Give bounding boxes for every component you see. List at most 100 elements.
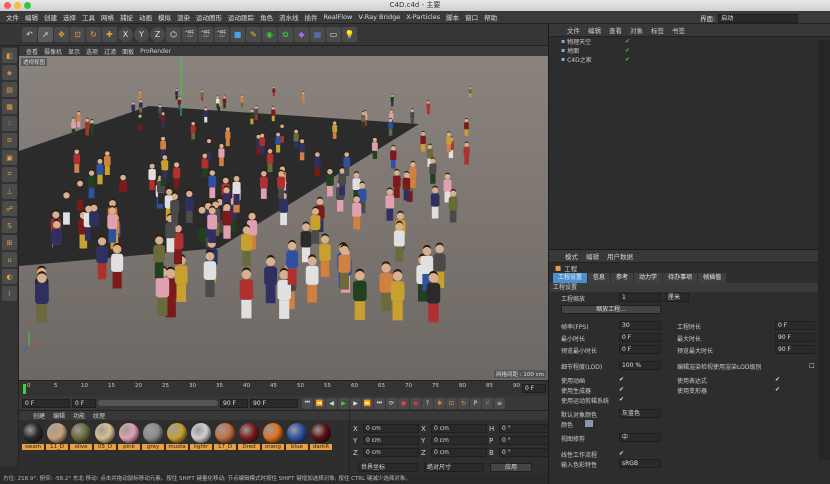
attribute-tab[interactable]: 帧插值 xyxy=(698,273,727,283)
menu-item[interactable]: 编辑 xyxy=(22,12,41,22)
material-swatch[interactable]: orang xyxy=(262,423,284,450)
use-deformer-checkbox[interactable]: ✔ xyxy=(775,386,782,393)
object-row[interactable]: ▪ 物理天空 ✔ xyxy=(549,37,830,46)
uv-mode-icon[interactable]: ⌗ xyxy=(2,167,17,182)
viewport-menu-item[interactable]: 摄像机 xyxy=(41,47,65,56)
recent-tool-icon[interactable]: ✚ xyxy=(102,27,117,42)
viewport-menu-item[interactable]: ProRender xyxy=(137,48,174,55)
light-icon[interactable]: 💡 xyxy=(342,27,357,42)
color-swatch[interactable] xyxy=(585,420,593,427)
points-mode-icon[interactable]: ⁙ xyxy=(2,116,17,131)
menu-item[interactable]: 选择 xyxy=(60,12,79,22)
edges-mode-icon[interactable]: ⧄ xyxy=(2,133,17,148)
start-frame-field[interactable]: 0 F xyxy=(22,398,70,408)
layout-dropdown[interactable]: 启动 xyxy=(718,13,799,23)
workplane-lock-icon[interactable]: ⊞ xyxy=(2,235,17,250)
linear-workflow-checkbox[interactable]: ✔ xyxy=(619,450,626,457)
menu-item[interactable]: 流水线 xyxy=(276,12,302,22)
menu-item[interactable]: X-Particles xyxy=(403,13,443,21)
object-menu-item[interactable]: 书签 xyxy=(668,25,689,35)
menu-item[interactable]: 工具 xyxy=(79,12,98,22)
material-swatch[interactable]: 05_D xyxy=(94,423,116,450)
attribute-menu-item[interactable]: 用户数据 xyxy=(603,251,637,261)
menu-item[interactable]: 角色 xyxy=(257,12,276,22)
menu-item[interactable]: 运动图形 xyxy=(193,12,225,22)
magnet-icon[interactable]: ∪ xyxy=(2,252,17,267)
scale-project-button[interactable]: 缩放工程... xyxy=(561,305,661,314)
material-swatch[interactable]: Dred xyxy=(238,423,260,450)
material-swatch[interactable]: musta xyxy=(166,423,188,450)
viewport-menu-item[interactable]: 面板 xyxy=(119,47,137,56)
attribute-tab[interactable]: 待办事项 xyxy=(663,273,698,283)
coord-mode-dropdown[interactable]: 世界坐标 xyxy=(358,463,418,472)
coordinate-system-icon[interactable]: ⌬ xyxy=(166,27,181,42)
material-menu-item[interactable]: 创建 xyxy=(29,411,49,420)
viewport-menu-item[interactable]: 过滤 xyxy=(101,47,119,56)
menu-item[interactable]: RealFlow xyxy=(321,13,356,21)
material-swatch[interactable]: lightr xyxy=(190,423,212,450)
zoom-window-button[interactable] xyxy=(24,2,31,9)
use-animation-checkbox[interactable]: ✔ xyxy=(619,376,626,383)
render-settings-icon[interactable]: 🎬 xyxy=(214,27,229,42)
z-size-field[interactable]: 0 cm xyxy=(431,448,487,457)
use-expression-checkbox[interactable]: ✔ xyxy=(775,376,782,383)
next-key-icon[interactable]: ⏩ xyxy=(362,397,373,409)
key-rotation-icon[interactable]: ↻ xyxy=(458,397,469,409)
material-swatch[interactable]: 17_D xyxy=(214,423,236,450)
material-swatch[interactable]: 11_D xyxy=(46,423,68,450)
viewport-menu-item[interactable]: 选项 xyxy=(83,47,101,56)
material-swatch[interactable]: olive xyxy=(70,423,92,450)
render-lod-checkbox[interactable]: □ xyxy=(809,362,816,369)
preview-min-field[interactable]: 0 F xyxy=(619,345,661,354)
attribute-tab[interactable]: 工程设置 xyxy=(553,273,588,283)
object-menu-item[interactable]: 文件 xyxy=(563,25,584,35)
axis-mode-icon[interactable]: ⊥ xyxy=(2,184,17,199)
paint-icon[interactable]: ⌇ xyxy=(2,286,17,301)
preview-end-field[interactable]: 90 F xyxy=(220,398,248,408)
y-position-field[interactable]: 0 cm xyxy=(363,436,419,445)
solo-icon[interactable]: ◐ xyxy=(2,269,17,284)
menu-item[interactable]: 插件 xyxy=(302,12,321,22)
x-size-field[interactable]: 0 cm xyxy=(431,424,487,433)
move-icon[interactable]: ✥ xyxy=(54,27,69,42)
material-swatch[interactable]: grey xyxy=(142,423,164,450)
playhead[interactable] xyxy=(23,384,26,394)
cube-icon[interactable]: ■ xyxy=(230,27,245,42)
material-swatch[interactable]: darkR xyxy=(310,423,332,450)
p-rotation-field[interactable]: 0 ° xyxy=(499,436,549,445)
render-view-icon[interactable]: 🎬 xyxy=(182,27,197,42)
menu-item[interactable]: V-Ray Bridge xyxy=(355,13,403,21)
go-to-start-icon[interactable]: ⏮ xyxy=(302,397,313,409)
material-menu-item[interactable]: 功能 xyxy=(69,411,89,420)
max-time-field[interactable]: 90 F xyxy=(775,333,815,342)
prev-frame-icon[interactable]: ◀ xyxy=(326,397,337,409)
axis-z-button[interactable]: Z xyxy=(150,27,165,42)
menu-item[interactable]: 窗口 xyxy=(462,12,481,22)
material-menu-item[interactable]: 纹理 xyxy=(89,411,109,420)
material-swatch[interactable]: blue xyxy=(286,423,308,450)
play-icon[interactable]: ▶ xyxy=(338,397,349,409)
key-pla-icon[interactable]: ⁙ xyxy=(482,397,493,409)
fps-field[interactable]: 30 xyxy=(619,321,661,330)
object-row[interactable]: ▪ C4D之家 ✔ xyxy=(549,55,830,64)
subdivision-icon[interactable]: ◉ xyxy=(262,27,277,42)
menu-item[interactable]: 模拟 xyxy=(155,12,174,22)
object-menu-item[interactable]: 对象 xyxy=(626,25,647,35)
timeline[interactable]: 0 5 10 15 20 25 30 35 40 45 50 55 60 65 70 75 80 85 90 0 F xyxy=(19,380,548,396)
duration-field[interactable]: 0 F xyxy=(775,321,815,330)
scale-unit-dropdown[interactable]: 厘米 xyxy=(665,293,689,302)
viewport-menu-item[interactable]: 查看 xyxy=(23,47,41,56)
record-icon[interactable]: ● xyxy=(398,397,409,409)
size-mode-dropdown[interactable]: 绝对尺寸 xyxy=(424,463,484,472)
use-motion-checkbox[interactable]: ✔ xyxy=(619,396,626,403)
axis-y-button[interactable]: Y xyxy=(134,27,149,42)
menu-item[interactable]: 帮助 xyxy=(481,12,500,22)
material-menu-item[interactable]: 编辑 xyxy=(49,411,69,420)
workplane-icon[interactable]: ▦ xyxy=(2,99,17,114)
key-param-icon[interactable]: P xyxy=(470,397,481,409)
h-rotation-field[interactable]: 0 ° xyxy=(499,424,549,433)
camera-icon[interactable]: ▭ xyxy=(326,27,341,42)
rotate-icon[interactable]: ↻ xyxy=(86,27,101,42)
texture-mode-icon[interactable]: ▤ xyxy=(2,82,17,97)
menu-item[interactable]: 捕捉 xyxy=(117,12,136,22)
